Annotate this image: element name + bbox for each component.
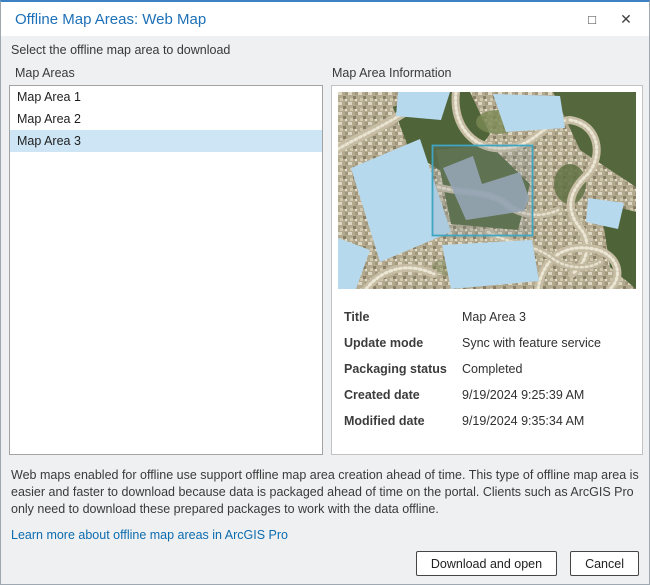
maximize-icon[interactable]: □ xyxy=(575,2,609,36)
dialog-subtitle: Select the offline map area to download xyxy=(1,36,649,61)
learn-more-link[interactable]: Learn more about offline map areas in Ar… xyxy=(11,528,288,542)
field-packaging-status: Packaging status Completed xyxy=(344,361,634,378)
offline-map-areas-dialog: Offline Map Areas: Web Map □ ✕ Select th… xyxy=(0,0,650,585)
button-row: Download and open Cancel xyxy=(11,551,639,576)
field-update-mode-value: Sync with feature service xyxy=(462,335,601,352)
list-item-map-area-3[interactable]: Map Area 3 xyxy=(10,130,322,152)
field-created-date-value: 9/19/2024 9:25:39 AM xyxy=(462,387,584,404)
footer: Web maps enabled for offline use support… xyxy=(1,455,649,584)
cancel-button[interactable]: Cancel xyxy=(570,551,639,576)
field-update-mode-label: Update mode xyxy=(344,335,462,352)
field-packaging-status-value: Completed xyxy=(462,361,522,378)
field-modified-date-label: Modified date xyxy=(344,413,462,430)
aerial-map-image xyxy=(338,92,636,289)
field-modified-date: Modified date 9/19/2024 9:35:34 AM xyxy=(344,413,634,430)
map-area-info-panel: Title Map Area 3 Update mode Sync with f… xyxy=(331,85,643,455)
field-title-label: Title xyxy=(344,309,462,326)
map-areas-column: Map Areas Map Area 1 Map Area 2 Map Area… xyxy=(1,61,323,455)
field-created-date-label: Created date xyxy=(344,387,462,404)
field-modified-date-value: 9/19/2024 9:35:34 AM xyxy=(462,413,584,430)
field-created-date: Created date 9/19/2024 9:25:39 AM xyxy=(344,387,634,404)
map-area-info-header: Map Area Information xyxy=(331,61,643,85)
map-area-details: Title Map Area 3 Update mode Sync with f… xyxy=(332,295,642,430)
map-area-thumbnail xyxy=(338,92,636,289)
map-areas-header: Map Areas xyxy=(9,61,323,85)
download-and-open-button[interactable]: Download and open xyxy=(416,551,557,576)
field-title-value: Map Area 3 xyxy=(462,309,526,326)
window-title: Offline Map Areas: Web Map xyxy=(1,11,575,28)
field-update-mode: Update mode Sync with feature service xyxy=(344,335,634,352)
field-title: Title Map Area 3 xyxy=(344,309,634,326)
map-areas-list[interactable]: Map Area 1 Map Area 2 Map Area 3 xyxy=(9,85,323,455)
offline-description: Web maps enabled for offline use support… xyxy=(11,467,643,518)
close-icon[interactable]: ✕ xyxy=(609,2,643,36)
list-item-map-area-2[interactable]: Map Area 2 xyxy=(10,108,322,130)
main-area: Map Areas Map Area 1 Map Area 2 Map Area… xyxy=(1,61,649,455)
field-packaging-status-label: Packaging status xyxy=(344,361,462,378)
titlebar: Offline Map Areas: Web Map □ ✕ xyxy=(1,2,649,36)
map-area-info-column: Map Area Information xyxy=(323,61,643,455)
list-item-map-area-1[interactable]: Map Area 1 xyxy=(10,86,322,108)
